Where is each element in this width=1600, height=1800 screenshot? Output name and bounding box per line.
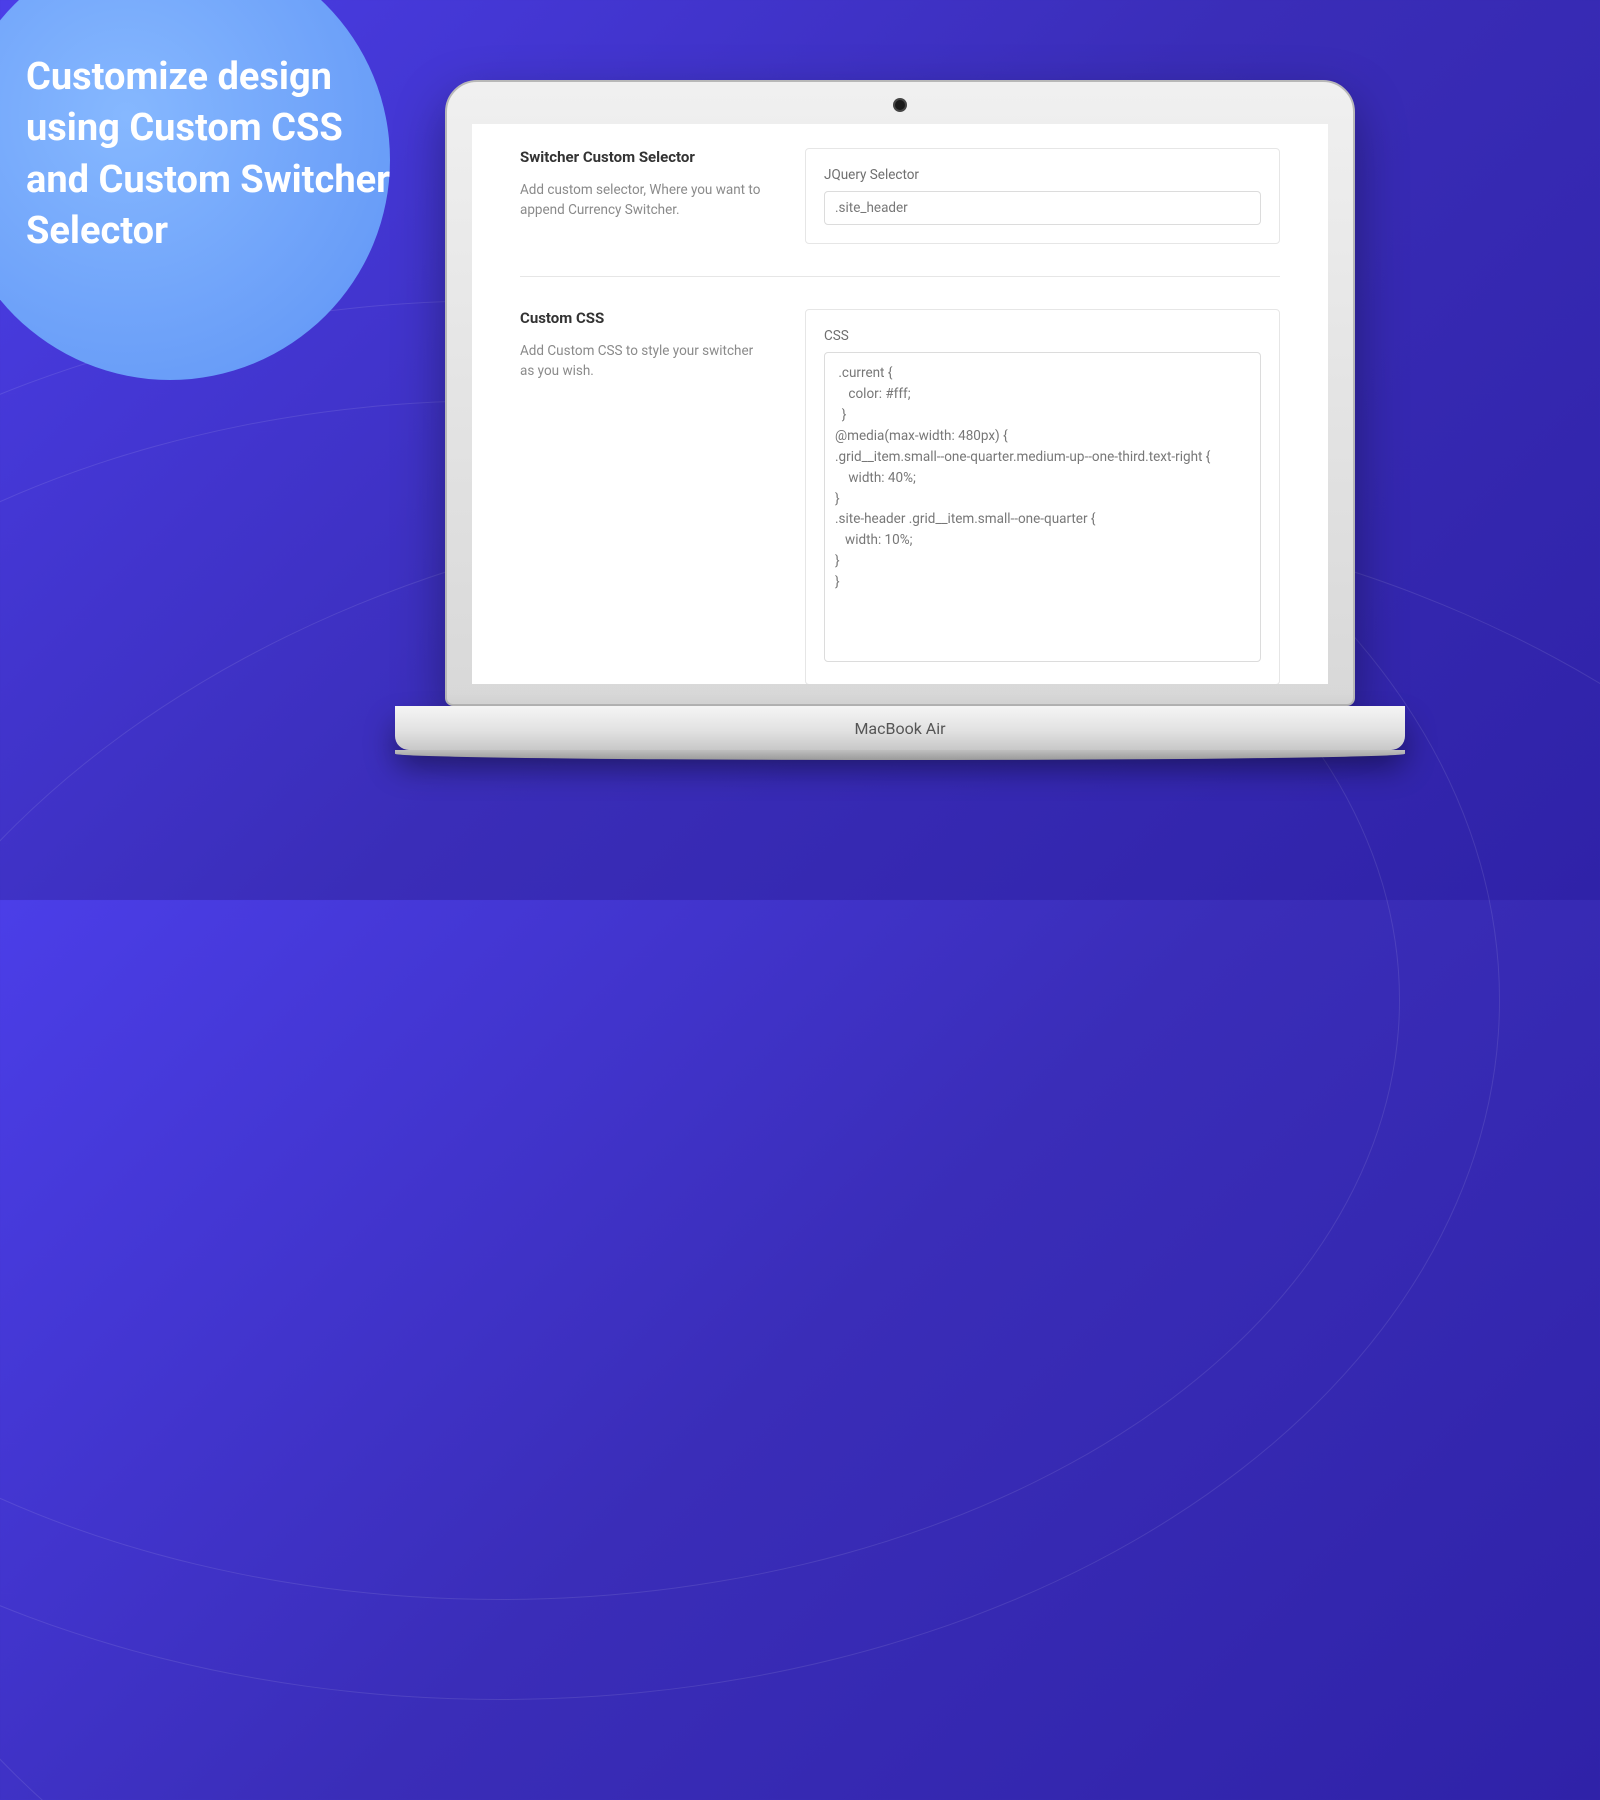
form-card: CSS [805,309,1280,684]
settings-panel: Switcher Custom Selector Add custom sele… [472,124,1328,684]
custom-css-textarea[interactable] [824,352,1261,662]
custom-css-section: Custom CSS Add Custom CSS to style your … [520,276,1280,684]
laptop-bezel: Switcher Custom Selector Add custom sele… [445,80,1355,706]
laptop-foot [395,750,1405,760]
switcher-selector-section: Switcher Custom Selector Add custom sele… [520,148,1280,276]
section-title: Switcher Custom Selector [520,148,765,166]
section-form: JQuery Selector [805,148,1280,244]
section-description: Add custom selector, Where you want to a… [520,180,765,221]
camera-icon [895,100,905,110]
css-label: CSS [824,328,1261,344]
laptop-base: MacBook Air [395,706,1405,750]
section-info: Custom CSS Add Custom CSS to style your … [520,309,765,684]
section-description: Add Custom CSS to style your switcher as… [520,341,765,382]
laptop-screen: Switcher Custom Selector Add custom sele… [472,124,1328,684]
form-card: JQuery Selector [805,148,1280,244]
jquery-selector-input[interactable] [824,191,1261,225]
jquery-selector-label: JQuery Selector [824,167,1261,183]
laptop-brand-label: MacBook Air [854,719,945,738]
section-title: Custom CSS [520,309,765,327]
section-info: Switcher Custom Selector Add custom sele… [520,148,765,244]
marketing-headline: Customize design using Custom CSS and Cu… [26,52,396,257]
section-form: CSS [805,309,1280,684]
laptop-mockup: Switcher Custom Selector Add custom sele… [445,80,1355,760]
